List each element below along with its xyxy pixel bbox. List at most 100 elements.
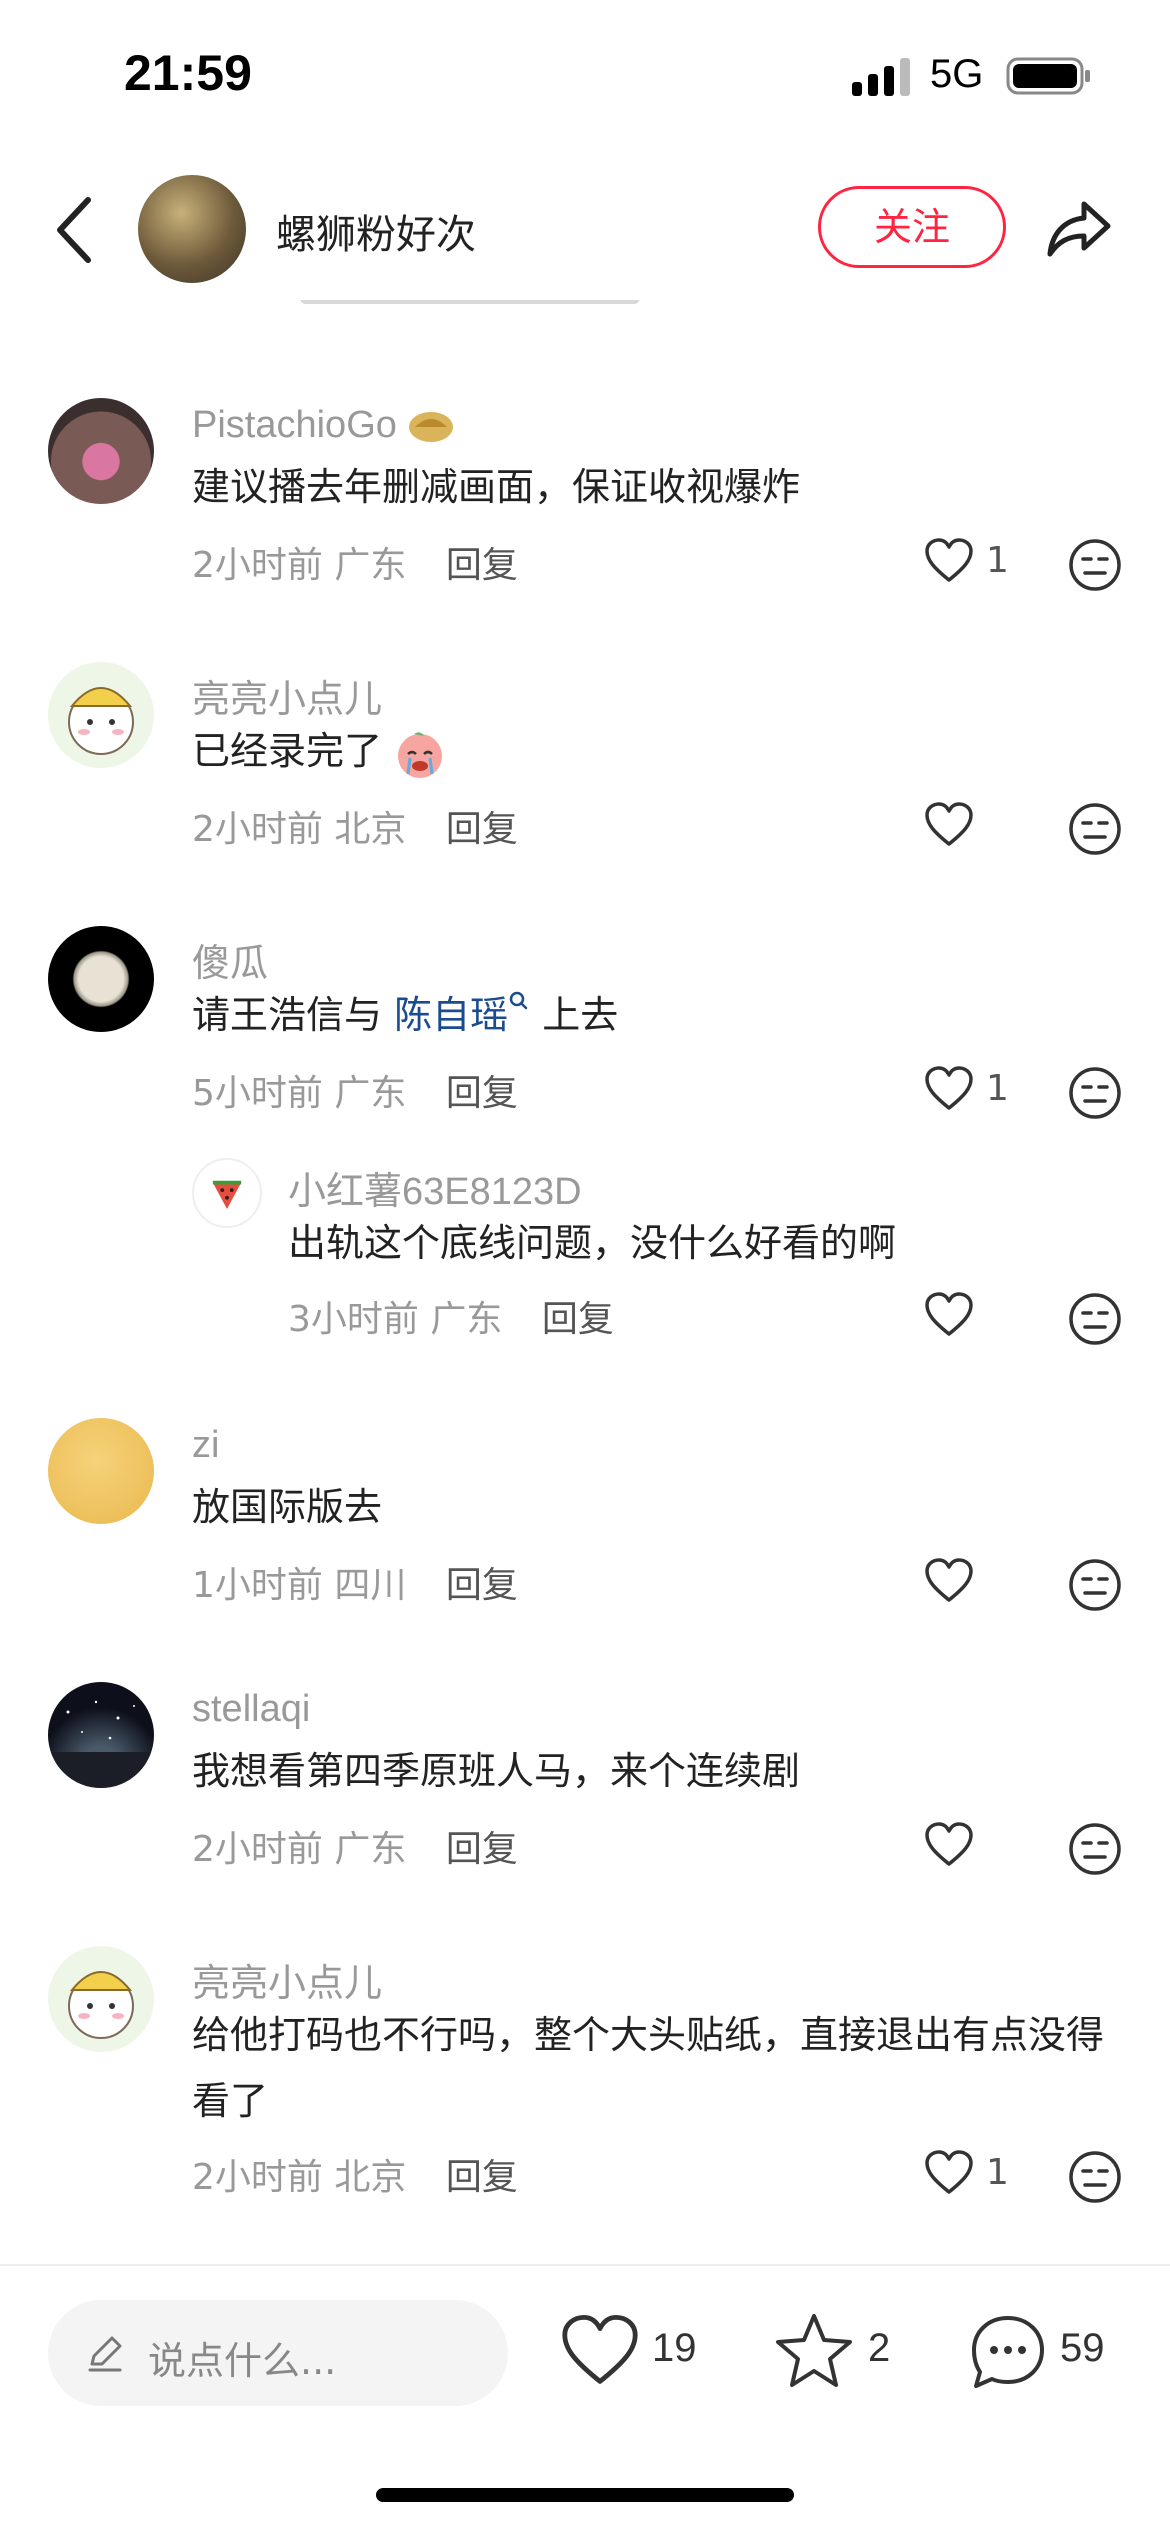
like-button[interactable] [924, 798, 1034, 858]
comment-meta: 2小时前 广东 回复 [192, 536, 518, 588]
comment-meta: 1小时前 四川 回复 [192, 1556, 518, 1608]
comment-location: 广东 [334, 1073, 407, 1114]
reply-meta: 3小时前 广东 回复 [288, 1290, 614, 1342]
heart-icon [925, 1066, 973, 1110]
pencil-icon [88, 2336, 122, 2372]
author-name[interactable]: 螺狮粉好次 [276, 202, 476, 260]
follow-button[interactable]: 关注 [818, 186, 1006, 268]
comment-text: 已经录完了 [192, 718, 1122, 784]
note-header: 螺狮粉好次 关注 [0, 150, 1170, 300]
comment-location: 广东 [334, 1829, 407, 1870]
like-note-button[interactable]: 19 [560, 2312, 710, 2392]
home-indicator[interactable] [376, 2488, 794, 2502]
comment-meta: 2小时前 北京 回复 [192, 2148, 518, 2200]
battery-icon [1006, 57, 1090, 95]
share-icon[interactable] [1044, 194, 1114, 264]
signal-icon [852, 58, 910, 96]
commenter-avatar[interactable] [48, 1418, 154, 1524]
meh-face-icon[interactable] [1066, 1064, 1124, 1122]
commenter-name[interactable]: 亮亮小点儿 [192, 1952, 382, 2007]
comment-button[interactable]: 59 [968, 2312, 1128, 2392]
comment-text: 建议播去年删减画面，保证收视爆炸 [192, 465, 801, 509]
reply-button[interactable]: 回复 [446, 2157, 518, 2198]
comment-location: 四川 [334, 1565, 407, 1606]
comment-text: 放国际版去 [192, 1485, 383, 1529]
reply-button[interactable]: 回复 [542, 1299, 614, 1340]
reply-button[interactable]: 回复 [446, 545, 518, 586]
reply-button[interactable]: 回复 [446, 1565, 518, 1606]
comment-time: 2小时前 [192, 809, 323, 850]
commenter-name-text[interactable]: PistachioGo [192, 404, 397, 446]
like-button[interactable]: 1 [924, 1062, 1034, 1122]
meh-face-icon[interactable] [1066, 536, 1124, 594]
comment-text-before: 请王浩信与 [192, 993, 395, 1037]
reply-button[interactable]: 回复 [446, 809, 518, 850]
commenter-name[interactable]: PistachioGo [192, 404, 455, 447]
comment-location: 北京 [334, 809, 407, 850]
mention-link[interactable]: 陈自瑶 [394, 991, 530, 1037]
network-type: 5G [930, 52, 984, 96]
meh-face-icon[interactable] [1066, 1820, 1124, 1878]
pistachio-emoji-icon [407, 409, 455, 445]
like-count: 1 [986, 2152, 1009, 2193]
like-button[interactable]: 1 [924, 534, 1034, 594]
comment-time: 5小时前 [192, 1073, 323, 1114]
comment-bubble-icon [972, 2316, 1044, 2388]
commenter-name[interactable]: 亮亮小点儿 [192, 668, 382, 723]
reply-button[interactable]: 回复 [446, 1829, 518, 1870]
search-icon [509, 991, 528, 1010]
comment-text: 给他打码也不行吗，整个大头贴纸，直接退出有点没得看了 [192, 2013, 1105, 2123]
comment-time: 2小时前 [192, 545, 323, 586]
comment-meta: 5小时前 广东 回复 [192, 1064, 518, 1116]
comment-time: 2小时前 [192, 1829, 323, 1870]
meh-face-icon[interactable] [1066, 800, 1124, 858]
like-button[interactable] [924, 1818, 1034, 1878]
comment-time: 1小时前 [192, 1565, 323, 1606]
comment-input[interactable]: 说点什么... [48, 2300, 508, 2406]
comment-count: 59 [1060, 2326, 1105, 2370]
collect-count: 2 [868, 2326, 891, 2370]
like-count: 1 [986, 1068, 1009, 1109]
heart-icon [925, 2150, 973, 2194]
mention-name[interactable]: 陈自瑶 [394, 993, 508, 1037]
crying-peach-emoji-icon [394, 728, 446, 780]
like-count: 1 [986, 540, 1009, 581]
comment-text: 我想看第四季原班人马，来个连续剧 [192, 1749, 801, 1793]
commenter-avatar[interactable] [48, 662, 154, 768]
reply-button[interactable]: 回复 [446, 1073, 518, 1114]
commenter-avatar[interactable] [48, 926, 154, 1032]
meh-face-icon[interactable] [1066, 1290, 1124, 1348]
comment-meta: 2小时前 广东 回复 [192, 1820, 518, 1872]
like-button[interactable] [924, 1554, 1034, 1614]
meh-face-icon[interactable] [1066, 2148, 1124, 2206]
commenter-name[interactable]: zi [192, 1424, 219, 1467]
heart-icon [925, 1292, 973, 1336]
comment-input-placeholder[interactable]: 说点什么... [148, 2330, 336, 2385]
reply-location: 广东 [430, 1299, 503, 1340]
comment-text-body: 已经录完了 [192, 729, 383, 773]
commenter-name[interactable]: stellaqi [192, 1688, 310, 1731]
heart-icon [925, 1558, 973, 1602]
star-icon [776, 2314, 852, 2387]
heart-icon [925, 538, 973, 582]
collect-button[interactable]: 2 [774, 2312, 904, 2392]
reply-text: 出轨这个底线问题，没什么好看的啊 [288, 1221, 897, 1265]
comment-location: 北京 [334, 2157, 407, 2198]
like-button[interactable]: 1 [924, 2146, 1034, 2206]
comment-location: 广东 [334, 545, 407, 586]
like-button[interactable] [924, 1288, 1034, 1348]
commenter-avatar[interactable] [48, 1682, 154, 1788]
comment-meta: 2小时前 北京 回复 [192, 800, 518, 852]
commenter-name[interactable]: 傻瓜 [192, 932, 268, 987]
replier-avatar[interactable] [192, 1158, 262, 1228]
meh-face-icon[interactable] [1066, 1556, 1124, 1614]
back-arrow-icon[interactable] [50, 192, 100, 268]
replier-name[interactable]: 小红薯63E8123D [288, 1160, 582, 1215]
author-avatar[interactable] [138, 175, 246, 283]
commenter-avatar[interactable] [48, 1946, 154, 2052]
comment-time: 2小时前 [192, 2157, 323, 2198]
comment-text-after: 上去 [530, 993, 619, 1037]
commenter-avatar[interactable] [48, 398, 154, 504]
heart-icon [925, 802, 973, 846]
heart-icon [925, 1822, 973, 1866]
